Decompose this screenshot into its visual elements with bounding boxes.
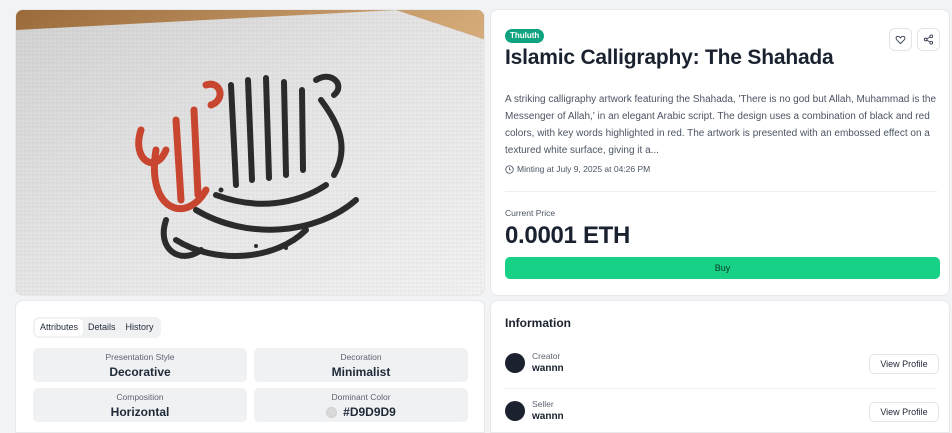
product-card: Thuluth Islamic Calligraphy: The Shahada… <box>490 9 950 296</box>
product-title: Islamic Calligraphy: The Shahada <box>505 46 834 69</box>
divider <box>505 191 937 192</box>
minting-text: Minting at July 9, 2025 at 04:26 PM <box>517 164 651 174</box>
attribute-composition: Composition Horizontal <box>33 388 247 422</box>
attribute-value: Horizontal <box>110 405 170 419</box>
attributes-tabs: Attributes Details History <box>33 317 161 338</box>
heart-icon <box>895 35 906 45</box>
share-icon <box>923 34 934 45</box>
attribute-decoration: Decoration Minimalist <box>254 348 468 382</box>
creator-row: Creator wannn <box>505 351 564 374</box>
seller-row: Seller wannn <box>505 399 564 422</box>
tab-attributes[interactable]: Attributes <box>35 319 84 336</box>
tab-details[interactable]: Details <box>83 319 121 336</box>
attribute-dominant-color: Dominant Color #D9D9D9 <box>254 388 468 422</box>
attributes-card: Attributes Details History Presentation … <box>15 300 485 433</box>
attribute-name: Decoration <box>340 352 382 362</box>
clock-icon <box>505 164 514 174</box>
share-button[interactable] <box>917 28 940 51</box>
attribute-presentation-style: Presentation Style Decorative <box>33 348 247 382</box>
information-title: Information <box>505 316 571 330</box>
attribute-value: #D9D9D9 <box>254 405 468 419</box>
artwork-image <box>15 9 485 296</box>
calligraphy-artwork <box>16 10 484 295</box>
role-label: Seller <box>532 399 554 409</box>
buy-button[interactable]: Buy <box>505 257 940 279</box>
avatar[interactable] <box>505 352 525 373</box>
tab-history[interactable]: History <box>121 319 159 336</box>
attribute-value: Decorative <box>109 365 171 379</box>
color-swatch <box>326 406 338 418</box>
attribute-name: Composition <box>116 392 164 402</box>
seller-name[interactable]: wannn <box>532 411 564 422</box>
attribute-name: Dominant Color <box>331 392 391 402</box>
style-tag[interactable]: Thuluth <box>505 29 545 43</box>
information-card: Information Creator wannn View Profile S… <box>490 300 950 433</box>
attribute-value: Minimalist <box>331 365 391 379</box>
avatar[interactable] <box>505 400 525 421</box>
view-profile-button[interactable]: View Profile <box>869 354 939 374</box>
attribute-name: Presentation Style <box>105 352 175 362</box>
creator-name[interactable]: wannn <box>532 363 564 374</box>
current-price: 0.0001 ETH <box>505 222 631 249</box>
minting-info: Minting at July 9, 2025 at 04:26 PM <box>505 164 650 174</box>
divider <box>505 388 937 389</box>
view-profile-button[interactable]: View Profile <box>869 402 939 422</box>
favorite-button[interactable] <box>889 28 912 51</box>
product-description: A striking calligraphy artwork featuring… <box>505 94 937 156</box>
role-label: Creator <box>532 351 561 361</box>
price-label: Current Price <box>505 208 556 218</box>
